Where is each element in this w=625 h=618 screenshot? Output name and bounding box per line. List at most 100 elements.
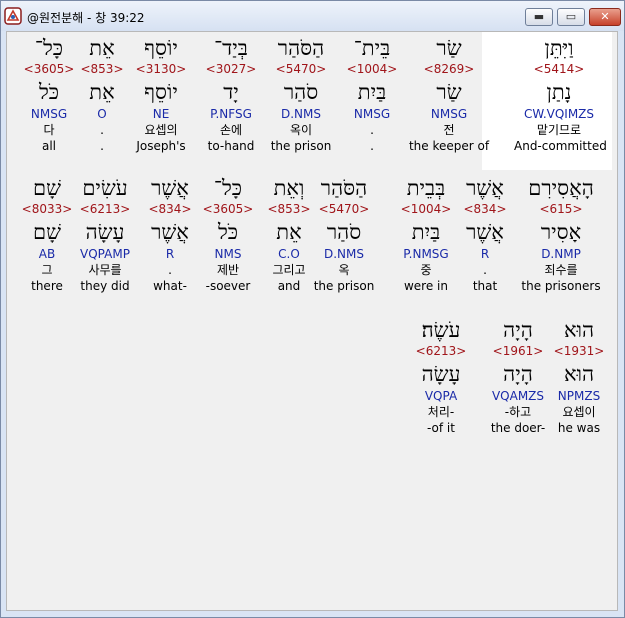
korean-gloss: .: [168, 263, 172, 277]
hebrew-word: שַׂר: [436, 36, 462, 60]
hebrew-word: בֵּית־: [353, 36, 391, 60]
strong-number: <834>: [148, 202, 192, 216]
korean-gloss: .: [370, 123, 374, 137]
korean-gloss: 처리-: [427, 405, 455, 419]
word-column[interactable]: הָיָה <1961> הָיָה VQAMZS -하고 the doer-: [478, 318, 558, 437]
lemma-word: שַׂר: [436, 80, 462, 104]
strong-number: <853>: [267, 202, 311, 216]
strong-number: <3605>: [23, 62, 75, 76]
lemma-word: אֵת: [276, 220, 302, 244]
lemma-word: בַּיִת: [411, 220, 441, 244]
word-column[interactable]: וַיִּתֵּן <5414> נָתַן CW.VQIMZS 맡기므로 And-com…: [514, 36, 607, 155]
parsing-code: NMSG: [430, 107, 468, 121]
hebrew-word: אֲשֶׁר: [151, 176, 189, 200]
parsing-code: AB: [38, 247, 56, 261]
window-title: @원전분해 - 창 39:22: [27, 11, 145, 25]
english-gloss: .: [370, 139, 374, 153]
hebrew-word: וַיִּתֵּן: [544, 36, 574, 60]
hebrew-word: עֹשֶׂה׃: [421, 318, 461, 342]
word-column[interactable]: בֵּית־ <1004> בַּיִת NMSG..: [337, 36, 407, 155]
word-column[interactable]: בְּבֵית <1004> בַּיִת P.NMSG 중 were in: [386, 176, 466, 295]
strong-number: <6213>: [415, 344, 467, 358]
lemma-word: הָיָה: [503, 362, 533, 386]
word-column[interactable]: עֹשֶׂה׃ <6213> עָשָׂה VQPA 처리- -of it: [406, 318, 476, 437]
lemma-word: נָתַן: [546, 80, 572, 104]
english-gloss: what-: [153, 279, 187, 293]
main-window: @원전분해 - 창 39:22 ▬ ▭ ✕ וַיִּתֵּן <5414> נָת…: [0, 0, 625, 618]
hebrew-word: הָאֲסִירִם: [528, 176, 594, 200]
english-gloss: the prison: [270, 139, 332, 153]
english-gloss: the keeper of: [408, 139, 490, 153]
word-column[interactable]: בְּיַד־ <3027> יָד P.NFSG 손에 to-hand: [196, 36, 266, 155]
hebrew-word: כָּל־: [34, 36, 64, 60]
parsing-code: NE: [152, 107, 170, 121]
strong-number: <1961>: [492, 344, 544, 358]
word-column[interactable]: יוֹסֵף <3130> יוֹסֵף NE 요셉의 Joseph's: [126, 36, 196, 155]
close-button[interactable]: ✕: [589, 8, 621, 26]
strong-number: <615>: [539, 202, 583, 216]
parsing-code: R: [165, 247, 175, 261]
close-icon: ✕: [600, 10, 610, 23]
lemma-word: כֹּל: [38, 80, 60, 104]
english-gloss: Joseph's: [136, 139, 186, 153]
korean-gloss: 죄수를: [544, 263, 578, 277]
korean-gloss: 다: [43, 123, 55, 137]
strong-number: <3130>: [135, 62, 187, 76]
parsing-code: VQAMZS: [491, 389, 545, 403]
word-column[interactable]: שַׂר <8269> שַׂר NMSG 전 the keeper of: [404, 36, 494, 155]
word-column[interactable]: שָׁם <8033> שָׁם AB 그 there: [12, 176, 82, 295]
english-gloss: the doer-: [490, 421, 546, 435]
word-column[interactable]: וְאֵת <853> אֵת C.O 그리고 and: [259, 176, 319, 295]
hebrew-word: הַסֹּהַר: [277, 36, 325, 60]
strong-number: <8269>: [423, 62, 475, 76]
korean-gloss: 그리고: [272, 263, 306, 277]
lemma-word: יוֹסֵף: [144, 80, 178, 104]
minimize-icon: ▬: [533, 10, 545, 23]
strong-number: <5470>: [275, 62, 327, 76]
english-gloss: were in: [403, 279, 448, 293]
hebrew-word: הָיָה: [503, 318, 533, 342]
word-column[interactable]: אֲשֶׁר <834> אֲשֶׁר R. what-: [135, 176, 205, 295]
english-gloss: And-committed: [514, 139, 607, 153]
title-bar[interactable]: @원전분해 - 창 39:22 ▬ ▭ ✕: [1, 1, 624, 31]
analysis-pane: וַיִּתֵּן <5414> נָתַן CW.VQIMZS 맡기므로 And-com…: [6, 31, 618, 611]
parsing-code: D.NMP: [541, 247, 581, 261]
parsing-code: CW.VQIMZS: [523, 107, 595, 121]
app-icon: [4, 7, 22, 25]
parsing-code: P.NFSG: [210, 107, 252, 121]
korean-gloss: 중: [420, 263, 432, 277]
strong-number: <8033>: [21, 202, 73, 216]
parsing-code: NMSG: [30, 107, 68, 121]
lemma-word: יָד: [223, 80, 239, 104]
lemma-word: שָׁם: [33, 220, 61, 244]
lemma-word: עָשָׂה: [421, 362, 461, 386]
word-column[interactable]: הַסֹּהַר <5470> סֹהַר D.NMS 옥이 the prison: [261, 36, 341, 155]
english-gloss: to-hand: [207, 139, 255, 153]
maximize-button[interactable]: ▭: [557, 8, 585, 26]
strong-number: <5414>: [533, 62, 585, 76]
english-gloss: and: [277, 279, 301, 293]
english-gloss: all: [41, 139, 57, 153]
lemma-word: בַּיִת: [357, 80, 387, 104]
hebrew-word: בְּיַד־: [214, 36, 248, 60]
hebrew-word: בְּבֵית: [406, 176, 446, 200]
hebrew-word: שָׁם: [33, 176, 61, 200]
parsing-code: D.NMS: [280, 107, 321, 121]
hebrew-word: וְאֵת: [273, 176, 305, 200]
parsing-code: C.O: [278, 247, 300, 261]
minimize-button[interactable]: ▬: [525, 8, 553, 26]
word-column[interactable]: כָּל־ <3605> כֹּל NMSG 다 all: [14, 36, 84, 155]
parsing-code: P.NMSG: [403, 247, 449, 261]
hebrew-word: יוֹסֵף: [144, 36, 178, 60]
lemma-word: אֲשֶׁר: [151, 220, 189, 244]
lemma-word: סֹהַר: [283, 80, 319, 104]
strong-number: <3027>: [205, 62, 257, 76]
word-column[interactable]: הָאֲסִירִם <615> אָסִיר D.NMP 죄수를 the prisone…: [516, 176, 606, 295]
korean-gloss: 맡기므로: [536, 123, 582, 137]
strong-number: <1004>: [400, 202, 452, 216]
parsing-code: NMSG: [353, 107, 391, 121]
english-gloss: there: [31, 279, 63, 293]
english-gloss: the prisoners: [521, 279, 601, 293]
korean-gloss: -하고: [504, 405, 532, 419]
strong-number: <1004>: [346, 62, 398, 76]
